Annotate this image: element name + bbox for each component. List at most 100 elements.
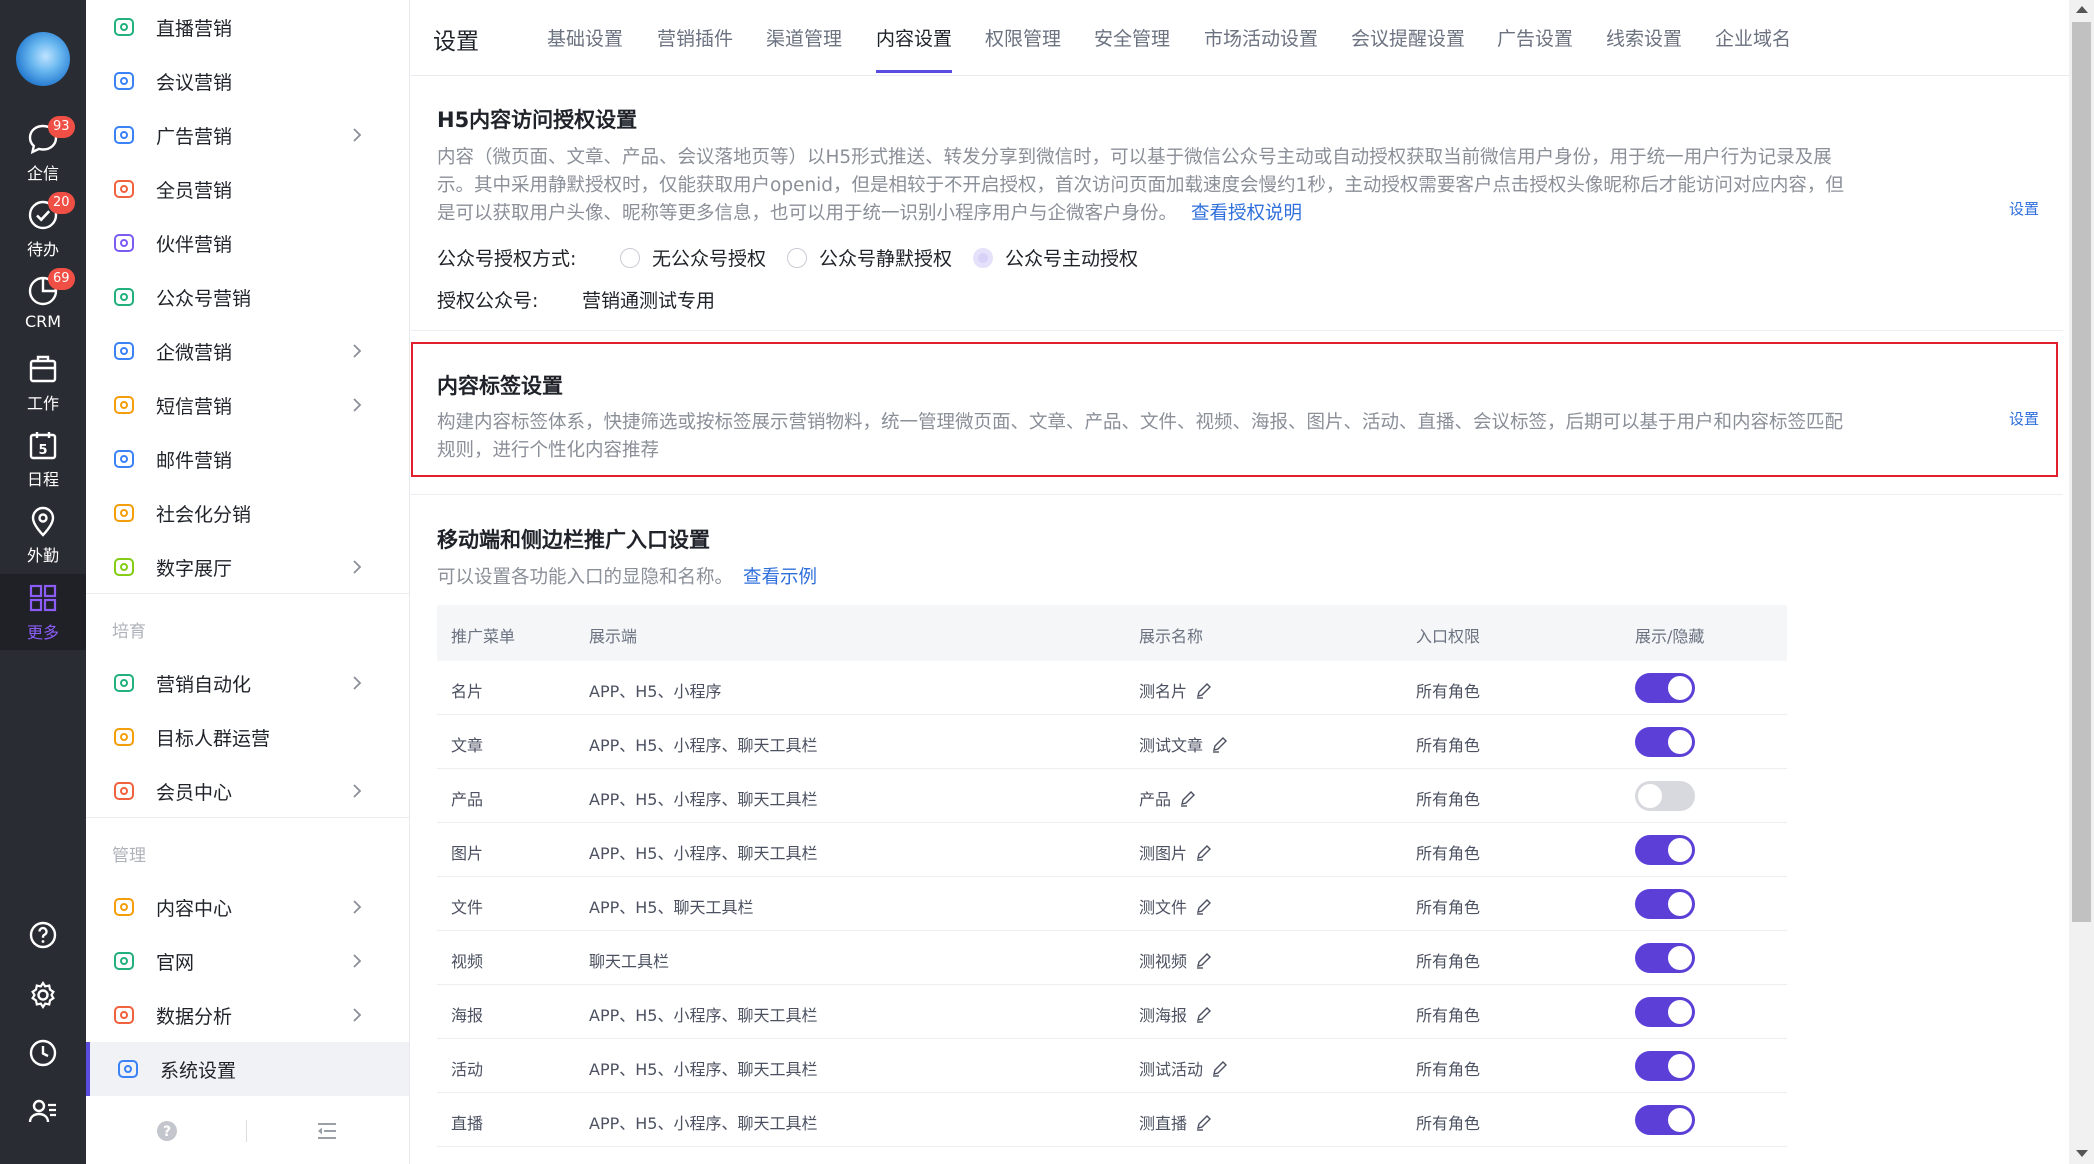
- menu-item[interactable]: 全员营销: [86, 162, 409, 216]
- page-scrollbar[interactable]: [2069, 0, 2094, 1164]
- cell-platforms: APP、H5、小程序、聊天工具栏: [589, 1060, 818, 1079]
- menu-item[interactable]: 社会化分销: [86, 486, 409, 540]
- visibility-toggle[interactable]: [1635, 889, 1695, 919]
- menu-item[interactable]: 伙伴营销: [86, 216, 409, 270]
- h5-auth-settings-link[interactable]: 设置: [2009, 198, 2039, 219]
- menu-item[interactable]: 数据分析: [86, 988, 409, 1042]
- cell-display-name: 测直播: [1139, 1110, 1213, 1134]
- rail-item-field[interactable]: 外勤: [0, 504, 86, 566]
- cell-display-name: 测试文章: [1139, 732, 1229, 756]
- table-header: 推广菜单 展示端 展示名称 入口权限 展示/隐藏: [437, 605, 1787, 661]
- menu-item[interactable]: 短信营销: [86, 378, 409, 432]
- history-icon: [29, 1039, 57, 1067]
- menu-item[interactable]: 会议营销: [86, 54, 409, 108]
- visibility-toggle[interactable]: [1635, 1051, 1695, 1081]
- edit-pencil-icon[interactable]: [1211, 735, 1229, 753]
- radio-silent-auth[interactable]: 公众号静默授权: [787, 244, 952, 271]
- visibility-toggle[interactable]: [1635, 781, 1695, 811]
- h5-auth-desc-line: 示。其中采用静默授权时，仅能获取用户openid，但是相较于不开启授权，首次访问…: [437, 175, 1844, 196]
- rail-label: 日程: [26, 470, 59, 489]
- rail-history[interactable]: [0, 1038, 86, 1068]
- rail-item-more[interactable]: 更多: [0, 574, 86, 650]
- menu-item[interactable]: 广告营销: [86, 108, 409, 162]
- menu-item[interactable]: 内容中心: [86, 880, 409, 934]
- tab-security[interactable]: 安全管理: [1094, 24, 1170, 51]
- auth-help-link[interactable]: 查看授权说明: [1191, 203, 1302, 224]
- edit-pencil-icon[interactable]: [1195, 843, 1213, 861]
- edit-pencil-icon[interactable]: [1179, 789, 1197, 807]
- rail-item-crm[interactable]: 69 CRM: [0, 268, 86, 331]
- menu-section-manage: 管理: [112, 846, 146, 866]
- edit-pencil-icon[interactable]: [1211, 1059, 1229, 1077]
- visibility-toggle[interactable]: [1635, 997, 1695, 1027]
- rail-item-messages[interactable]: 93 企信: [0, 116, 86, 184]
- menu-item[interactable]: 企微营销: [86, 324, 409, 378]
- visibility-toggle[interactable]: [1635, 727, 1695, 757]
- scroll-down-arrow[interactable]: [2076, 1150, 2088, 1157]
- menu-item[interactable]: 数字展厅: [86, 540, 409, 594]
- view-example-link[interactable]: 查看示例: [743, 567, 817, 588]
- rail-settings[interactable]: [0, 980, 86, 1010]
- scroll-thumb[interactable]: [2072, 22, 2091, 922]
- menu-item[interactable]: 目标人群运营: [86, 710, 409, 764]
- menu-item[interactable]: 会员中心: [86, 764, 409, 818]
- col-menu: 推广菜单: [451, 627, 516, 646]
- collapse-menu-icon[interactable]: [316, 1121, 338, 1141]
- menu-divider: [86, 817, 409, 818]
- radio-active-auth[interactable]: 公众号主动授权: [973, 244, 1138, 271]
- menu-item[interactable]: 营销自动化: [86, 656, 409, 710]
- menu-item[interactable]: 系统设置: [86, 1042, 409, 1096]
- col-platforms: 展示端: [589, 627, 638, 646]
- todo-badge: 20: [48, 192, 75, 214]
- scroll-up-arrow[interactable]: [2076, 6, 2088, 13]
- toggle-knob: [1668, 730, 1692, 754]
- cell-menu: 名片: [451, 682, 484, 701]
- tab-lead[interactable]: 线索设置: [1606, 24, 1682, 51]
- edit-pencil-icon[interactable]: [1195, 1113, 1213, 1131]
- rail-label: CRM: [24, 312, 62, 331]
- cell-platforms: APP、H5、小程序、聊天工具栏: [589, 1114, 818, 1133]
- tab-meeting-reminder[interactable]: 会议提醒设置: [1351, 24, 1465, 51]
- rail-item-schedule[interactable]: 5 日程: [0, 428, 86, 490]
- edit-pencil-icon[interactable]: [1195, 681, 1213, 699]
- menu-item-label: 内容中心: [156, 897, 233, 920]
- tab-marketing-plugin[interactable]: 营销插件: [657, 24, 733, 51]
- tab-permission[interactable]: 权限管理: [985, 24, 1061, 51]
- menu-item[interactable]: 邮件营销: [86, 432, 409, 486]
- calendar-day: 5: [38, 443, 47, 458]
- org-logo-avatar[interactable]: [16, 32, 70, 86]
- visibility-toggle[interactable]: [1635, 673, 1695, 703]
- help-circle-icon[interactable]: ?: [156, 1120, 178, 1142]
- display-name-text: 测文件: [1139, 898, 1188, 917]
- rail-help[interactable]: [0, 920, 86, 950]
- rail-label: 企信: [26, 164, 59, 183]
- edit-pencil-icon[interactable]: [1195, 951, 1213, 969]
- edit-pencil-icon[interactable]: [1195, 1005, 1213, 1023]
- tab-basic[interactable]: 基础设置: [547, 24, 623, 51]
- tab-channel[interactable]: 渠道管理: [766, 24, 842, 51]
- visibility-toggle[interactable]: [1635, 943, 1695, 973]
- display-name-text: 测直播: [1139, 1114, 1188, 1133]
- edit-pencil-icon[interactable]: [1195, 897, 1213, 915]
- menu-item[interactable]: 直播营销: [86, 0, 409, 54]
- rail-contacts[interactable]: [0, 1096, 86, 1126]
- data-chart-icon: [114, 1006, 134, 1024]
- menu-footer: ?: [86, 1108, 409, 1154]
- display-name-text: 测试活动: [1139, 1060, 1204, 1079]
- visibility-toggle[interactable]: [1635, 835, 1695, 865]
- automation-icon: [114, 674, 134, 692]
- digital-hall-icon: [114, 558, 134, 576]
- radio-no-auth[interactable]: 无公众号授权: [620, 244, 766, 271]
- rail-item-work[interactable]: 工作: [0, 352, 86, 414]
- rail-item-todo[interactable]: 20 待办: [0, 192, 86, 260]
- visibility-toggle[interactable]: [1635, 1105, 1695, 1135]
- tab-domain[interactable]: 企业域名: [1715, 24, 1791, 51]
- tab-campaign[interactable]: 市场活动设置: [1204, 24, 1318, 51]
- cell-permission: 所有角色: [1416, 844, 1481, 863]
- content-tag-settings-link[interactable]: 设置: [2009, 408, 2039, 429]
- menu-item[interactable]: 公众号营销: [86, 270, 409, 324]
- cell-display-name: 测试活动: [1139, 1056, 1229, 1080]
- tab-ad[interactable]: 广告设置: [1497, 24, 1573, 51]
- menu-item[interactable]: 官网: [86, 934, 409, 988]
- tab-content[interactable]: 内容设置: [876, 24, 952, 51]
